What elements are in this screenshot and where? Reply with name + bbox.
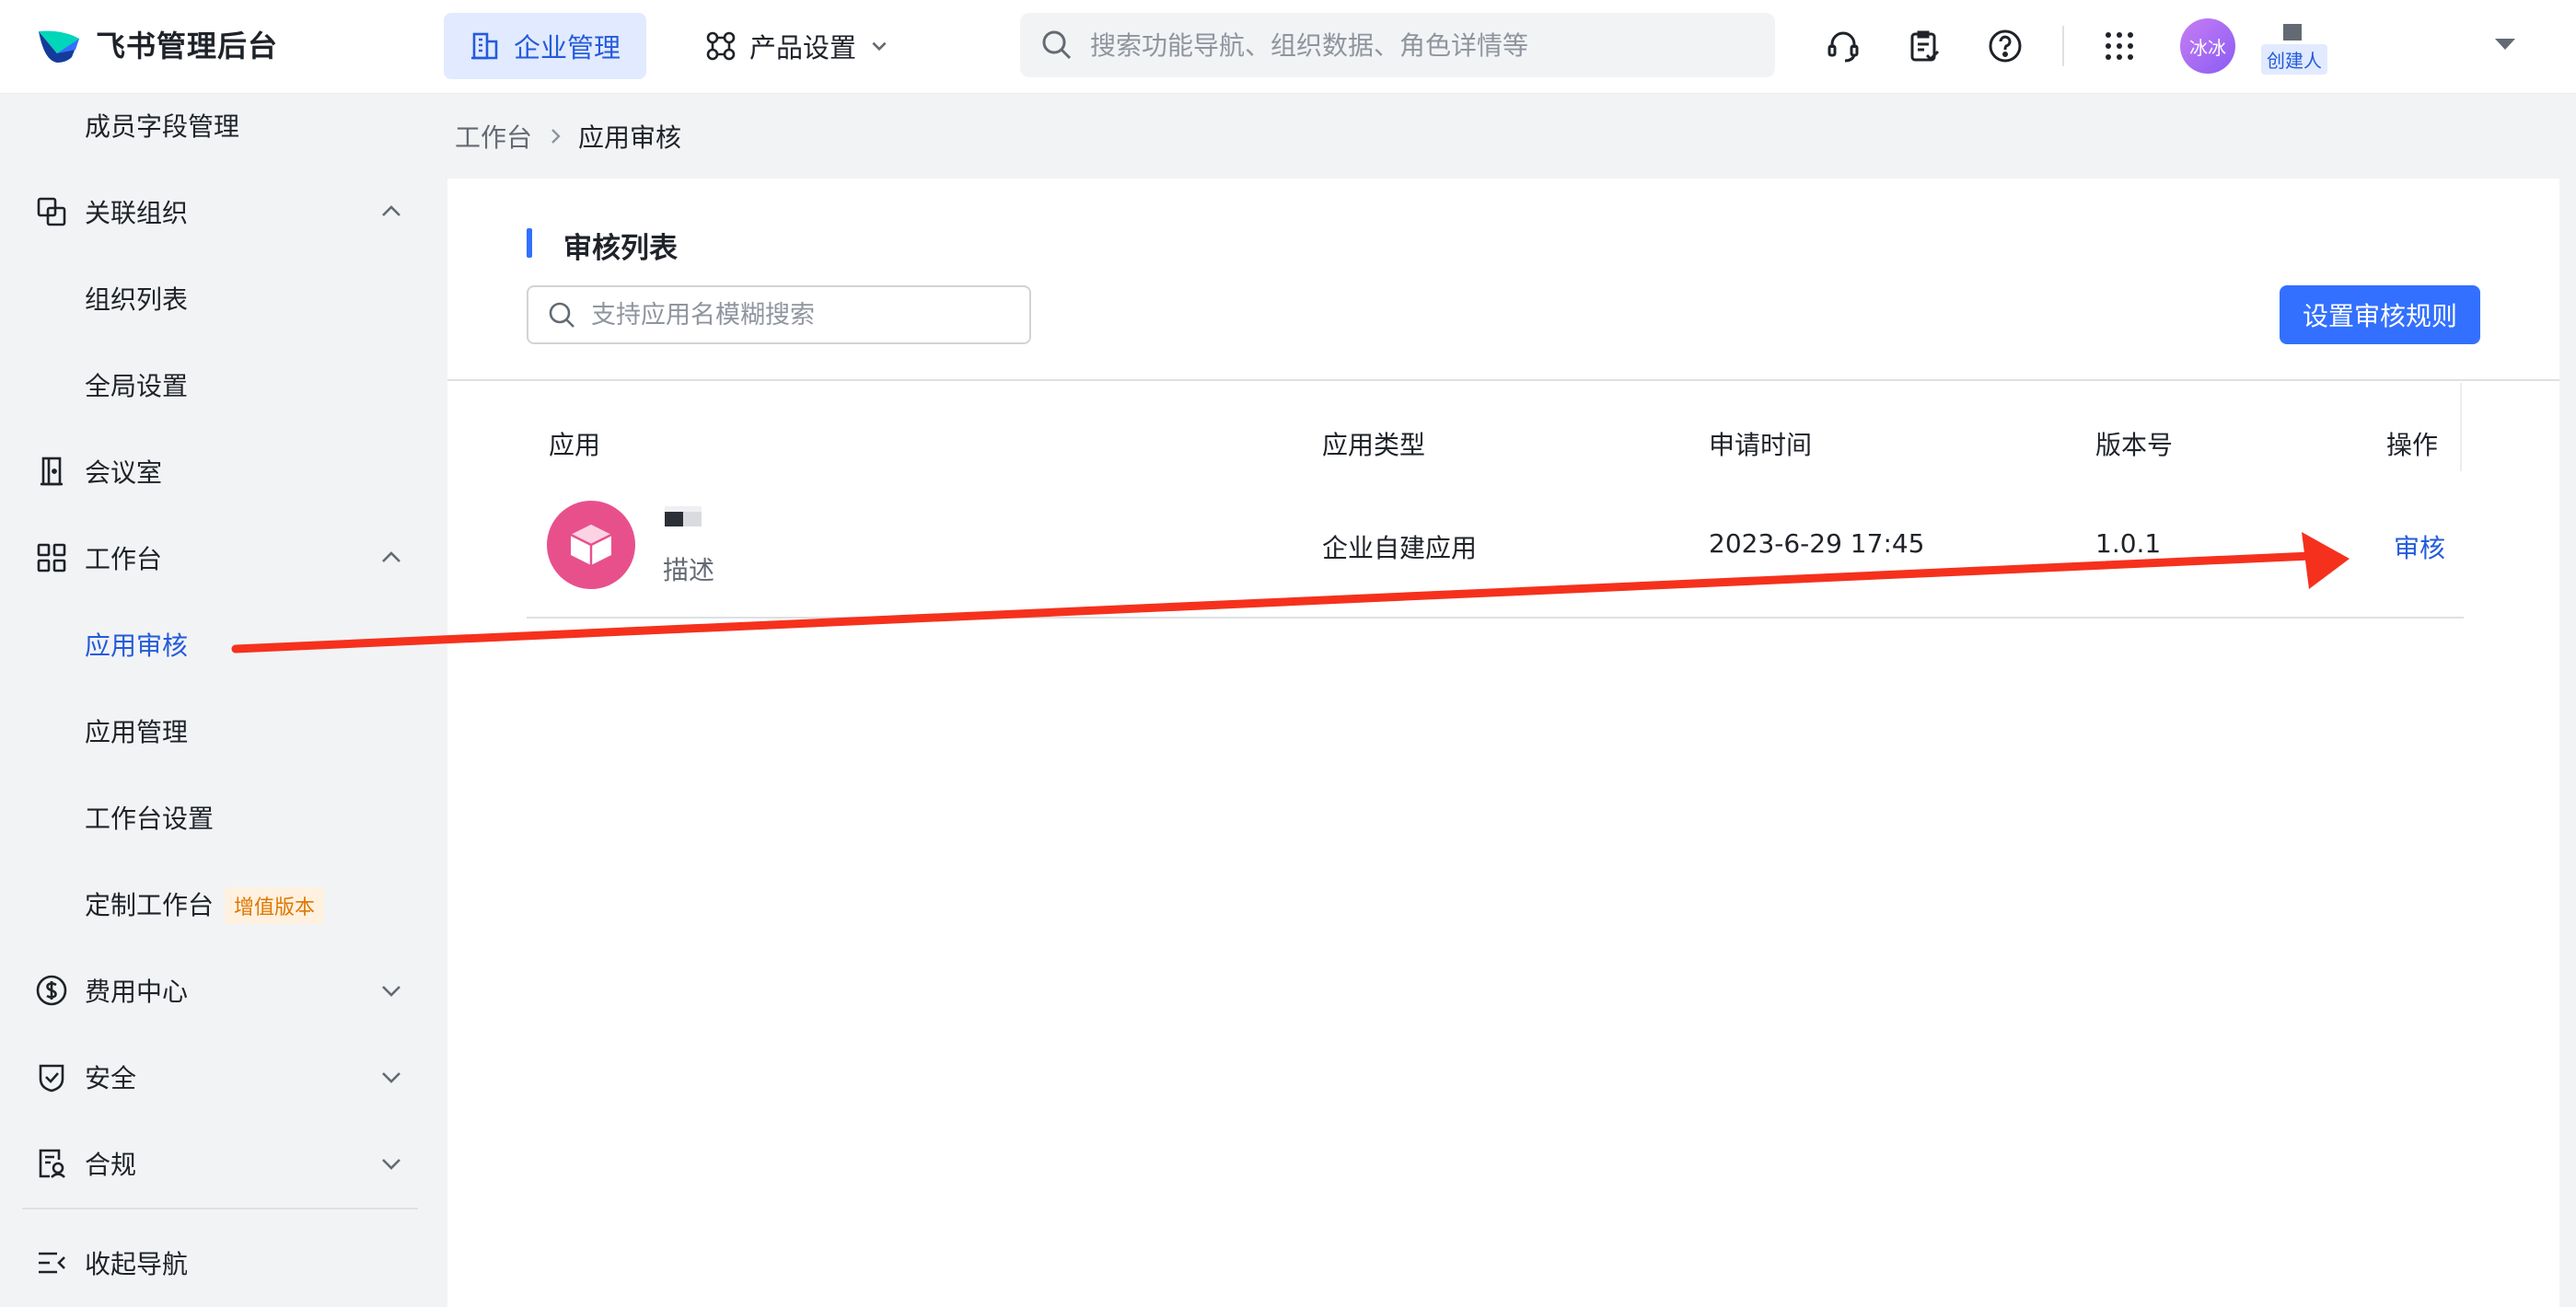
user-role-tag: 创建人 bbox=[2261, 44, 2327, 75]
linked-org-icon bbox=[37, 197, 66, 226]
feishu-logo-icon bbox=[39, 30, 79, 63]
sidebar-item-meeting-rooms[interactable]: 会议室 bbox=[0, 434, 446, 508]
sidebar-item-org-list[interactable]: 组织列表 bbox=[0, 261, 446, 335]
search-icon bbox=[549, 302, 574, 328]
user-avatar[interactable]: 冰冰 bbox=[2180, 18, 2235, 74]
todo-button[interactable] bbox=[1902, 24, 1946, 68]
tab-label: 产品设置 bbox=[749, 32, 857, 64]
review-action-link[interactable]: 审核 bbox=[2394, 528, 2445, 565]
title-accent-bar bbox=[527, 228, 532, 258]
app-search-box[interactable] bbox=[527, 285, 1031, 344]
premium-badge: 增值版本 bbox=[225, 887, 325, 924]
workspace-grid-icon bbox=[37, 543, 66, 573]
sidebar-item-global-settings[interactable]: 全局设置 bbox=[0, 348, 446, 422]
sidebar: 成员字段管理 关联组织 组织列表 全局设置 会议室 工作台 应用审核 应用管理 … bbox=[0, 94, 446, 1307]
app-avatar bbox=[547, 501, 635, 589]
chevron-down-icon bbox=[872, 41, 887, 52]
sidebar-item-security[interactable]: 安全 bbox=[0, 1040, 446, 1114]
customer-service-button[interactable] bbox=[1821, 24, 1865, 68]
header-divider bbox=[2062, 26, 2064, 66]
version-cell: 1.0.1 bbox=[2095, 528, 2162, 559]
apps-grid-icon bbox=[2106, 32, 2133, 60]
sidebar-item-label: 定制工作台 bbox=[85, 890, 215, 920]
help-icon bbox=[1989, 29, 2022, 63]
sidebar-item-app-management[interactable]: 应用管理 bbox=[0, 694, 446, 768]
sidebar-item-label: 组织列表 bbox=[85, 284, 189, 315]
sidebar-item-label: 应用审核 bbox=[85, 630, 189, 661]
sidebar-item-label: 会议室 bbox=[85, 457, 163, 488]
user-menu-caret-icon[interactable] bbox=[2493, 35, 2517, 53]
cube-icon bbox=[570, 525, 612, 565]
column-header-app-type: 应用类型 bbox=[1322, 430, 1426, 460]
sidebar-item-label: 收起导航 bbox=[85, 1249, 189, 1279]
clipboard-check-icon bbox=[1910, 30, 1940, 62]
user-name-mark bbox=[2283, 24, 2302, 40]
global-search[interactable] bbox=[1020, 13, 1775, 77]
sidebar-item-billing[interactable]: 费用中心 bbox=[0, 954, 446, 1027]
sidebar-item-member-fields[interactable]: 成员字段管理 bbox=[0, 88, 446, 162]
sidebar-item-workspace[interactable]: 工作台 bbox=[0, 521, 446, 595]
building-icon bbox=[471, 32, 498, 60]
app-type-cell: 企业自建应用 bbox=[1322, 533, 1478, 563]
sidebar-item-compliance[interactable]: 合规 bbox=[0, 1127, 446, 1200]
product-settings-icon bbox=[706, 31, 736, 61]
chevron-down-icon bbox=[382, 1159, 400, 1170]
column-header-app: 应用 bbox=[549, 430, 601, 460]
sidebar-item-label: 成员字段管理 bbox=[85, 111, 240, 142]
compliance-icon bbox=[39, 1149, 65, 1178]
column-header-action: 操作 bbox=[2386, 430, 2439, 460]
sidebar-item-label: 工作台设置 bbox=[85, 804, 215, 834]
meeting-room-icon bbox=[41, 457, 63, 486]
app-logo[interactable]: 飞书管理后台 bbox=[35, 22, 278, 66]
panel-divider bbox=[447, 379, 2559, 381]
sidebar-item-label: 工作台 bbox=[85, 544, 163, 574]
apply-time-cell: 2023-6-29 17:45 bbox=[1709, 528, 1925, 559]
chevron-up-icon bbox=[382, 551, 400, 562]
tab-label: 企业管理 bbox=[514, 32, 621, 64]
headset-icon bbox=[1828, 31, 1859, 63]
sidebar-item-linked-orgs[interactable]: 关联组织 bbox=[0, 175, 446, 249]
breadcrumb: 工作台 应用审核 bbox=[455, 118, 681, 155]
sidebar-item-label: 合规 bbox=[85, 1150, 137, 1180]
chevron-up-icon bbox=[382, 205, 400, 216]
sidebar-item-label: 全局设置 bbox=[85, 371, 189, 401]
shield-icon bbox=[39, 1064, 64, 1093]
user-info[interactable]: 创建人 bbox=[2261, 20, 2327, 75]
app-launcher-button[interactable] bbox=[2097, 24, 2141, 68]
chevron-down-icon bbox=[382, 1072, 400, 1083]
dollar-icon bbox=[36, 975, 67, 1006]
app-name-redacted-mark bbox=[665, 506, 702, 526]
app-description: 描述 bbox=[663, 555, 715, 585]
chevron-right-icon bbox=[551, 129, 561, 144]
sidebar-item-app-review[interactable]: 应用审核 bbox=[0, 607, 446, 681]
set-review-rules-button[interactable]: 设置审核规则 bbox=[2280, 285, 2480, 344]
collapse-nav-icon bbox=[39, 1252, 65, 1274]
global-search-input[interactable] bbox=[1090, 29, 1735, 61]
sidebar-item-label: 应用管理 bbox=[85, 717, 189, 747]
sidebar-item-label: 安全 bbox=[85, 1063, 137, 1093]
top-bar: 飞书管理后台 企业管理 产品设置 搜索功能导航、组织数据、角色详情等 冰冰 创建… bbox=[0, 0, 2576, 94]
sidebar-divider bbox=[22, 1208, 418, 1209]
column-header-version: 版本号 bbox=[2095, 430, 2174, 460]
column-separator bbox=[2460, 383, 2462, 471]
sidebar-item-custom-workspace[interactable]: 定制工作台 增值版本 bbox=[0, 867, 446, 941]
review-list-panel: 审核列表 设置审核规则 应用 应用类型 申请时间 版本号 操作 描述 企业自建应… bbox=[447, 179, 2559, 1307]
sidebar-item-workspace-settings[interactable]: 工作台设置 bbox=[0, 781, 446, 854]
app-title: 飞书管理后台 bbox=[96, 29, 279, 64]
row-divider bbox=[527, 617, 2464, 619]
help-button[interactable] bbox=[1983, 24, 2027, 68]
sidebar-item-label: 关联组织 bbox=[85, 198, 189, 228]
tab-product-settings[interactable]: 产品设置 bbox=[679, 13, 915, 79]
breadcrumb-parent[interactable]: 工作台 bbox=[455, 118, 532, 155]
app-search-input[interactable] bbox=[591, 300, 1015, 330]
breadcrumb-current: 应用审核 bbox=[578, 122, 682, 153]
column-header-apply-time: 申请时间 bbox=[1709, 430, 1813, 460]
sidebar-item-label: 费用中心 bbox=[85, 977, 189, 1007]
tab-enterprise-management[interactable]: 企业管理 bbox=[444, 13, 647, 79]
page-title: 审核列表 bbox=[563, 232, 678, 265]
chevron-down-icon bbox=[382, 986, 400, 997]
search-icon bbox=[1042, 30, 1072, 60]
collapse-nav-button[interactable]: 收起导航 bbox=[0, 1226, 446, 1300]
